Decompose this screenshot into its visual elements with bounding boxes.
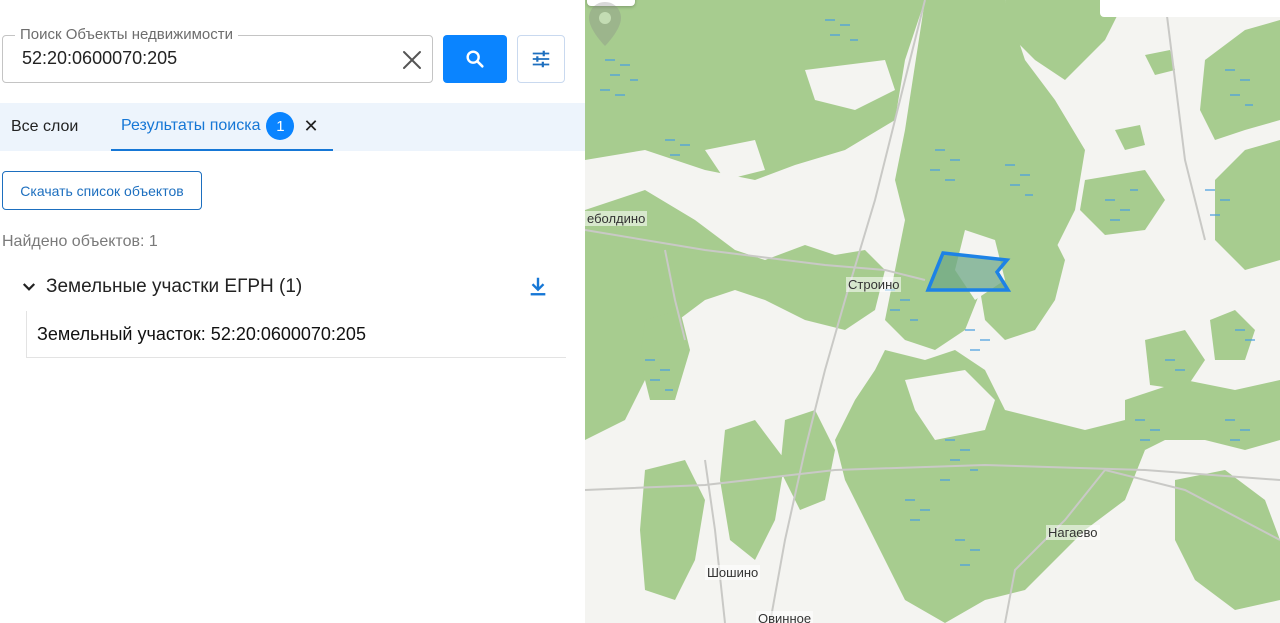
tab-all-layers-label: Все слои	[11, 118, 79, 135]
result-group-header[interactable]: Земельные участки ЕГРН (1)	[20, 274, 565, 300]
clear-search-button[interactable]	[400, 48, 424, 72]
search-input[interactable]	[22, 48, 382, 69]
location-pin-icon	[589, 2, 621, 46]
close-icon	[403, 51, 421, 69]
list-item-label: Земельный участок: 52:20:0600070:205	[37, 323, 366, 344]
map-view[interactable]: еболдино Строино Нагаево Шошино Овинное	[585, 0, 1280, 623]
search-field[interactable]: Поиск Объекты недвижимости	[2, 26, 433, 83]
results-count-badge: 1	[266, 112, 295, 140]
map-label-place: Нагаево	[1046, 525, 1100, 540]
map-label-place: Шошино	[705, 565, 761, 580]
tab-search-results-label: Результаты поиска	[121, 117, 261, 134]
result-group-title: Земельные участки ЕГРН (1)	[46, 276, 303, 297]
chevron-down-icon	[22, 283, 36, 291]
map-canvas	[585, 0, 1280, 623]
map-label-place: еболдино	[585, 211, 648, 226]
parcel-polygon	[925, 251, 1012, 292]
map-label-place: Строино	[846, 277, 902, 292]
search-field-label: Поиск Объекты недвижимости	[15, 26, 238, 44]
tab-search-results[interactable]: Результаты поиска 1 ✕	[111, 103, 333, 151]
search-button[interactable]	[443, 35, 507, 83]
search-icon	[466, 50, 484, 68]
tab-all-layers[interactable]: Все слои	[11, 103, 78, 151]
map-overlay-panel	[1100, 0, 1280, 17]
found-count: Найдено объектов: 1	[2, 233, 158, 250]
filter-icon	[532, 50, 550, 68]
download-list-button[interactable]: Скачать список объектов	[2, 171, 202, 210]
tabs-bar: Все слои Результаты поиска 1 ✕	[0, 103, 585, 151]
search-panel: Поиск Объекты недвижимости Все слои Резу…	[0, 0, 585, 623]
close-results-tab-icon[interactable]: ✕	[303, 117, 318, 135]
list-item[interactable]: Земельный участок: 52:20:0600070:205	[26, 311, 566, 358]
filter-button[interactable]	[517, 35, 565, 83]
download-icon[interactable]	[527, 275, 549, 297]
map-label-place: Овинное	[756, 611, 814, 623]
